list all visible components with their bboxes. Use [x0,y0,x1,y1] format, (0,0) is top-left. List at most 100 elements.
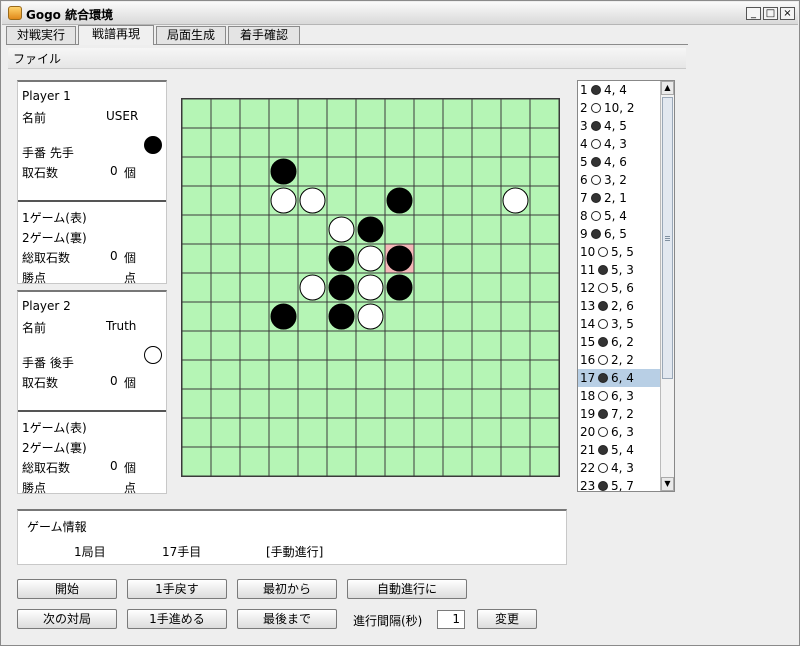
player1-panel: Player 1 名前 USER 手番 先手 取石数 0 個 1ゲーム(表) 2… [17,80,167,285]
white-stone-icon [598,463,608,473]
move-list-item[interactable]: 16 2, 2 [578,351,662,369]
black-stone [386,187,413,214]
move-number: 7 [580,191,588,205]
menu-file[interactable]: ファイル [13,50,61,67]
black-stone [328,245,355,272]
close-button[interactable]: × [780,7,795,20]
auto-play-button[interactable]: 自動進行に [347,579,467,599]
player1-name-label: 名前 [22,111,47,125]
interval-label: 進行間隔(秒) [353,614,423,628]
player2-total-unit: 個 [124,461,137,475]
player2-captured-label: 取石数 [22,376,59,390]
move-position: 4, 4 [604,83,627,97]
black-stone [386,245,413,272]
player1-captured-label: 取石数 [22,166,59,180]
move-number: 8 [580,209,588,223]
move-number: 13 [580,299,596,313]
move-list-item[interactable]: 23 5, 7 [578,477,662,491]
white-stone-icon [598,319,608,329]
player1-captured: 0 [110,164,118,178]
move-number: 22 [580,461,596,475]
move-list-item[interactable]: 11 5, 3 [578,261,662,279]
move-list-item[interactable]: 9 6, 5 [578,225,662,243]
move-list-item[interactable]: 1 4, 4 [578,81,662,99]
move-list-item[interactable]: 22 4, 3 [578,459,662,477]
move-list-item[interactable]: 7 2, 1 [578,189,662,207]
game-info-move: 17手目 [162,545,202,559]
player2-captured-unit: 個 [124,376,137,390]
player1-game1: 1ゲーム(表) [22,211,87,225]
board-grid[interactable] [182,99,561,478]
tab-move-check[interactable]: 着手確認 [228,26,300,44]
maximize-button[interactable]: □ [763,7,778,20]
player1-total: 0 [110,249,118,263]
tab-replay[interactable]: 戦譜再現 [78,25,154,45]
move-number: 5 [580,155,588,169]
move-list-item[interactable]: 18 6, 3 [578,387,662,405]
tab-match[interactable]: 対戦実行 [6,26,76,44]
main-window: Gogo 統合環境 _ □ × 対戦実行 戦譜再現 局面生成 着手確認 ファイル… [0,0,800,646]
minimize-button[interactable]: _ [746,7,761,20]
white-stone [270,187,297,214]
move-list-item[interactable]: 21 5, 4 [578,441,662,459]
game-info-mode: [手動進行] [266,545,324,559]
move-list-item[interactable]: 2 10, 2 [578,99,662,117]
start-button[interactable]: 開始 [17,579,117,599]
move-list-item[interactable]: 20 6, 3 [578,423,662,441]
go-last-button[interactable]: 最後まで [237,609,337,629]
move-position: 10, 2 [604,101,635,115]
window-title: Gogo 統合環境 [26,8,114,22]
move-list-item[interactable]: 8 5, 4 [578,207,662,225]
game-info-header: ゲーム情報 [27,520,87,534]
black-stone-icon [598,481,608,491]
player2-points-unit: 点 [124,481,137,495]
move-list-item[interactable]: 19 7, 2 [578,405,662,423]
change-button[interactable]: 変更 [477,609,537,629]
tab-position-gen[interactable]: 局面生成 [156,26,226,44]
player1-game2: 2ゲーム(裏) [22,231,87,245]
move-position: 2, 6 [611,299,634,313]
move-position: 3, 2 [604,173,627,187]
white-stone [357,245,384,272]
move-list-item[interactable]: 14 3, 5 [578,315,662,333]
scroll-down-arrow-icon[interactable]: ▼ [661,477,674,491]
move-list-item[interactable]: 13 2, 6 [578,297,662,315]
black-stone-icon [598,337,608,347]
white-stone-icon [591,103,601,113]
scroll-grip [665,236,670,237]
step-forward-button[interactable]: 1手進める [127,609,227,629]
black-stone-icon [591,229,601,239]
move-list-item[interactable]: 10 5, 5 [578,243,662,261]
white-stone-icon [598,355,608,365]
move-number: 21 [580,443,596,457]
scroll-up-arrow-icon[interactable]: ▲ [661,81,674,95]
move-list-scrollbar[interactable]: ▲ ▼ [660,81,674,491]
interval-input[interactable]: 1 [437,610,465,629]
move-number: 19 [580,407,596,421]
go-first-button[interactable]: 最初から [237,579,337,599]
black-stone-icon [591,121,601,131]
game-board[interactable] [181,98,560,477]
move-list-item[interactable]: 17 6, 4 [578,369,662,387]
player1-stone-icon [144,136,162,154]
move-number: 18 [580,389,596,403]
black-stone [270,158,297,185]
black-stone-icon [598,409,608,419]
black-stone-icon [598,373,608,383]
move-list-item[interactable]: 6 3, 2 [578,171,662,189]
move-list-item[interactable]: 4 4, 3 [578,135,662,153]
move-number: 6 [580,173,588,187]
step-back-button[interactable]: 1手戻す [127,579,227,599]
move-list[interactable]: 1 4, 4 2 10, 2 3 4, 5 4 4, 3 5 4, 6 6 3, 2 7 2, 1 8 5, … [577,80,675,492]
move-number: 12 [580,281,596,295]
move-list-item[interactable]: 12 5, 6 [578,279,662,297]
move-list-item[interactable]: 15 6, 2 [578,333,662,351]
move-list-item[interactable]: 3 4, 5 [578,117,662,135]
next-game-button[interactable]: 次の対局 [17,609,117,629]
title-bar: Gogo 統合環境 _ □ × [2,2,798,25]
black-stone-icon [591,85,601,95]
scroll-thumb[interactable] [662,97,673,379]
move-list-item[interactable]: 5 4, 6 [578,153,662,171]
black-stone-icon [598,265,608,275]
black-stone-icon [591,193,601,203]
